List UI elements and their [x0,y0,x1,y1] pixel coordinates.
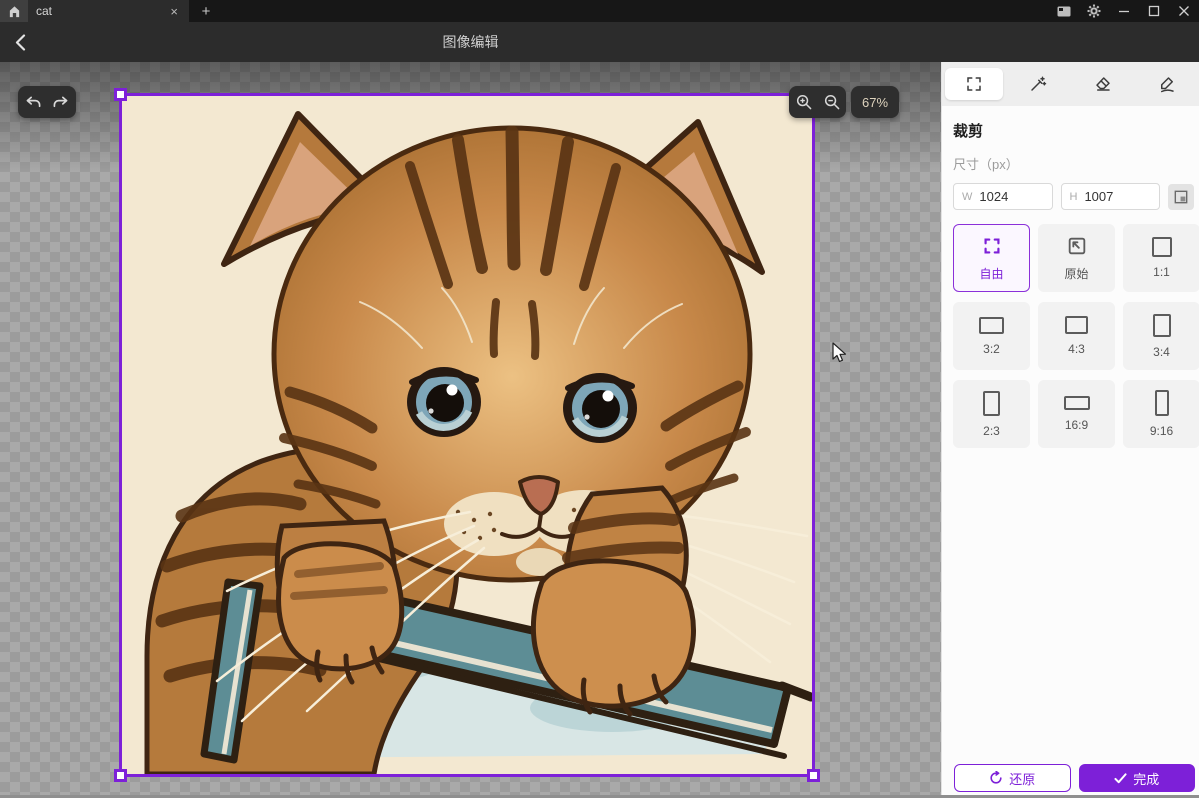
height-field[interactable]: H [1061,183,1161,210]
zoom-in-icon[interactable] [796,94,812,110]
eraser-icon [1094,75,1112,93]
close-window-button[interactable] [1169,0,1199,22]
zoom-out-icon[interactable] [824,94,840,110]
restore-icon [989,771,1003,785]
tab-cat[interactable]: cat × [28,0,189,22]
portrait-3-4-icon [1153,314,1171,337]
maximize-button[interactable] [1139,0,1169,22]
restore-button[interactable]: 还原 [954,764,1071,792]
undo-icon[interactable] [25,95,42,110]
ratio-label: 16:9 [1065,418,1088,432]
tab-close-icon[interactable]: × [167,5,181,18]
redo-icon[interactable] [52,95,69,110]
home-icon [8,5,21,18]
aspect-ratio-grid: 自由 原始 1:1 3:2 [953,224,1194,448]
original-ratio-icon [1066,235,1088,257]
ratio-free-button[interactable]: 自由 [953,224,1030,292]
capture-icon [1057,6,1071,17]
portrait-2-3-icon [983,391,1000,416]
height-field-label: H [1070,191,1078,203]
width-input[interactable] [979,189,1037,204]
ratio-3-2-button[interactable]: 3:2 [953,302,1030,370]
edit-canvas[interactable]: 67% [0,62,941,798]
wide-16-9-icon [1064,396,1090,410]
zoom-level-badge: 67% [851,86,899,118]
check-icon [1114,773,1127,784]
crop-handle-bottom-right[interactable] [807,769,820,782]
tab-title: cat [36,4,161,18]
undo-redo-group [18,86,76,118]
ratio-label: 1:1 [1153,265,1170,279]
gear-icon [1087,4,1101,18]
aspect-lock-button[interactable] [1168,184,1194,210]
tool-draw[interactable] [1135,62,1199,106]
editor-header: 图像编辑 [0,22,1199,62]
width-field-label: W [962,191,972,203]
maximize-icon [1148,5,1160,17]
minimize-button[interactable] [1109,0,1139,22]
ratio-label: 3:2 [983,342,1000,356]
crop-tool-icon [965,75,983,93]
mouse-cursor [832,342,848,364]
ratio-label: 3:4 [1153,345,1170,359]
height-input[interactable] [1084,189,1142,204]
ratio-label: 4:3 [1068,342,1085,356]
close-icon [1178,5,1190,17]
landscape-4-3-icon [1065,316,1088,334]
tool-eraser[interactable] [1071,62,1135,106]
crop-region[interactable] [122,96,812,774]
crop-handle-top-left[interactable] [114,88,127,101]
minimize-icon [1118,5,1130,17]
width-field[interactable]: W [953,183,1053,210]
ratio-4-3-button[interactable]: 4:3 [1038,302,1115,370]
home-button[interactable] [0,0,28,22]
tool-tabs [942,62,1199,106]
cat-image [122,96,812,774]
ratio-9-16-button[interactable]: 9:16 [1123,380,1199,448]
ratio-2-3-button[interactable]: 2:3 [953,380,1030,448]
done-label: 完成 [1133,769,1159,788]
magic-wand-icon [1029,75,1047,93]
size-label: 尺寸（px） [953,154,1194,173]
ratio-original-button[interactable]: 原始 [1038,224,1115,292]
ratio-label: 原始 [1064,265,1088,282]
titlebar: cat × + [0,0,1199,22]
panel-footer: 还原 完成 [954,764,1195,792]
ratio-label: 自由 [979,265,1003,282]
crop-panel: 裁剪 尺寸（px） W H [941,62,1199,798]
capture-button[interactable] [1049,0,1079,22]
crop-handle-bottom-left[interactable] [114,769,127,782]
ratio-3-4-button[interactable]: 3:4 [1123,302,1199,370]
tall-9-16-icon [1155,390,1169,416]
aspect-lock-icon [1174,190,1188,204]
settings-button[interactable] [1079,0,1109,22]
size-inputs-row: W H [953,183,1194,210]
ratio-16-9-button[interactable]: 16:9 [1038,380,1115,448]
landscape-3-2-icon [979,317,1004,334]
crop-section-title: 裁剪 [953,120,1194,141]
ratio-1-1-button[interactable]: 1:1 [1123,224,1199,292]
marker-pen-icon [1158,75,1176,93]
tool-crop[interactable] [942,62,1006,106]
page-title: 图像编辑 [0,32,941,52]
zoom-controls [789,86,846,118]
window-controls [1049,0,1199,22]
square-ratio-icon [1152,237,1172,257]
restore-label: 还原 [1009,769,1035,788]
done-button[interactable]: 完成 [1079,764,1196,792]
ratio-label: 2:3 [983,424,1000,438]
tool-adjust[interactable] [1006,62,1070,106]
cat-illustration [122,96,812,774]
free-ratio-icon [981,235,1003,257]
ratio-label: 9:16 [1150,424,1173,438]
new-tab-button[interactable]: + [189,0,223,22]
